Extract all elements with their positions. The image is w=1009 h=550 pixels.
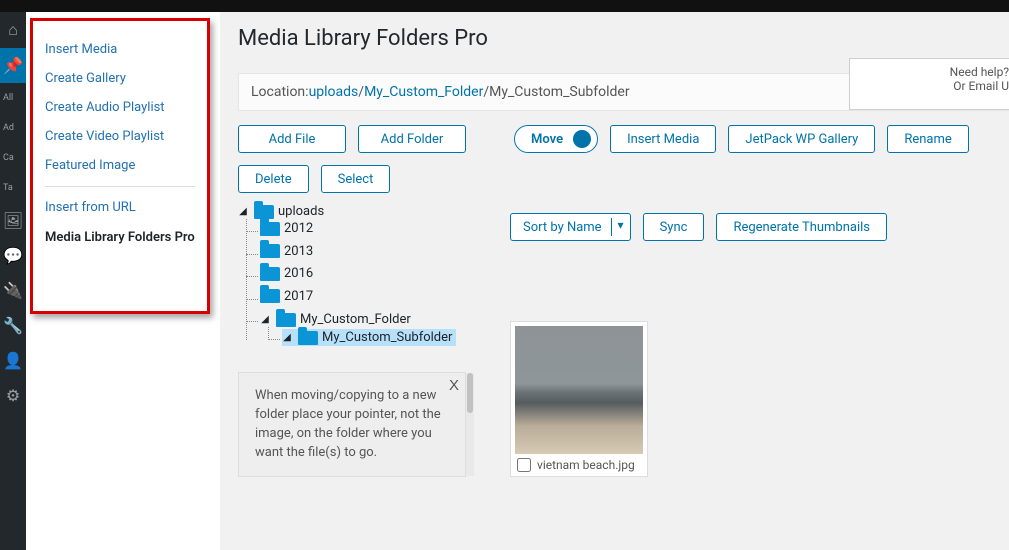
media-icon[interactable]: 🖼 bbox=[0, 203, 26, 238]
breadcrumb-custom-folder[interactable]: My_Custom_Folder bbox=[364, 84, 483, 100]
select-button[interactable]: Select bbox=[321, 165, 391, 193]
side-active-mlfp[interactable]: Media Library Folders Pro bbox=[45, 222, 195, 254]
folder-icon bbox=[254, 205, 274, 219]
tree-node-2016[interactable]: 2016 bbox=[260, 266, 313, 281]
folder-tree: ◢uploads 2012 2013 2016 2017 ◢My_Custom_… bbox=[238, 201, 498, 352]
side-featured-image[interactable]: Featured Image bbox=[45, 151, 195, 180]
folder-icon bbox=[260, 244, 280, 258]
breadcrumb-uploads[interactable]: uploads bbox=[309, 84, 359, 100]
tree-node-uploads[interactable]: ◢uploads bbox=[238, 204, 324, 219]
folder-icon bbox=[260, 267, 280, 281]
folder-icon bbox=[260, 222, 280, 236]
rail-item-ca[interactable]: Ca bbox=[0, 143, 26, 173]
media-thumbnail[interactable]: vietnam beach.jpg bbox=[510, 321, 648, 477]
delete-button[interactable]: Delete bbox=[238, 165, 309, 193]
pin-icon[interactable]: 📌 bbox=[0, 48, 26, 83]
rail-item-all[interactable]: All bbox=[0, 83, 26, 113]
sync-button[interactable]: Sync bbox=[643, 213, 705, 241]
jetpack-gallery-button[interactable]: JetPack WP Gallery bbox=[728, 125, 875, 153]
rename-button[interactable]: Rename bbox=[887, 125, 968, 153]
hint-box: X When moving/copying to a new folder pl… bbox=[238, 372, 466, 477]
move-toggle[interactable]: Move bbox=[514, 125, 598, 153]
add-folder-button[interactable]: Add Folder bbox=[358, 125, 466, 153]
admin-top-bar bbox=[0, 0, 1009, 12]
plugins-icon[interactable]: 🔌 bbox=[0, 273, 26, 308]
add-file-button[interactable]: Add File bbox=[238, 125, 346, 153]
hint-scrollbar[interactable] bbox=[466, 373, 474, 476]
page-title: Media Library Folders Pro bbox=[238, 26, 1009, 51]
folder-icon bbox=[298, 331, 318, 345]
rail-item-ta[interactable]: Ta bbox=[0, 173, 26, 203]
expander-icon[interactable]: ◢ bbox=[238, 206, 248, 217]
thumbnail-image bbox=[515, 326, 643, 454]
side-insert-from-url[interactable]: Insert from URL bbox=[45, 193, 195, 222]
media-side-panel: Insert Media Create Gallery Create Audio… bbox=[30, 18, 210, 314]
breadcrumb-current: My_Custom_Subfolder bbox=[489, 84, 629, 100]
comments-icon[interactable]: 💬 bbox=[0, 238, 26, 273]
location-label: Location: bbox=[251, 84, 309, 100]
folder-icon bbox=[260, 289, 280, 303]
insert-media-button[interactable]: Insert Media bbox=[610, 125, 716, 153]
tree-node-2012[interactable]: 2012 bbox=[260, 221, 313, 236]
help-line2: Or Email U bbox=[860, 79, 1009, 93]
tools-icon[interactable]: 🔧 bbox=[0, 308, 26, 343]
thumbnail-caption: vietnam beach.jpg bbox=[537, 458, 635, 472]
help-box: Need help? Or Email U bbox=[849, 58, 1009, 110]
help-line1: Need help? bbox=[860, 65, 1009, 79]
thumbnail-checkbox[interactable] bbox=[517, 458, 531, 472]
side-create-audio-playlist[interactable]: Create Audio Playlist bbox=[45, 93, 195, 122]
tree-node-2017[interactable]: 2017 bbox=[260, 289, 313, 304]
settings-icon[interactable]: ⚙ bbox=[0, 378, 26, 413]
tree-node-custom-subfolder[interactable]: ◢My_Custom_Subfolder bbox=[282, 329, 456, 346]
tree-node-custom-folder[interactable]: ◢My_Custom_Folder bbox=[260, 312, 411, 327]
dashboard-icon[interactable]: ⌂ bbox=[0, 12, 26, 48]
hint-close-button[interactable]: X bbox=[449, 375, 459, 397]
expander-icon[interactable]: ◢ bbox=[260, 314, 270, 325]
folder-icon bbox=[276, 313, 296, 327]
tree-node-2013[interactable]: 2013 bbox=[260, 244, 313, 259]
toolbar-row-1: Add File Add Folder Move Insert Media Je… bbox=[238, 125, 1009, 193]
side-create-video-playlist[interactable]: Create Video Playlist bbox=[45, 122, 195, 151]
admin-sidebar-rail: ⌂ 📌 All Ad Ca Ta 🖼 💬 🔌 🔧 👤 ⚙ bbox=[0, 12, 26, 550]
main-content: Media Library Folders Pro Need help? Or … bbox=[220, 12, 1009, 550]
expander-icon[interactable]: ◢ bbox=[282, 332, 292, 343]
users-icon[interactable]: 👤 bbox=[0, 343, 26, 378]
side-create-gallery[interactable]: Create Gallery bbox=[45, 64, 195, 93]
regenerate-thumbnails-button[interactable]: Regenerate Thumbnails bbox=[716, 213, 887, 241]
hint-text: When moving/copying to a new folder plac… bbox=[255, 388, 441, 460]
side-insert-media[interactable]: Insert Media bbox=[45, 35, 195, 64]
rail-item-ad[interactable]: Ad bbox=[0, 113, 26, 143]
toggle-knob-icon bbox=[573, 130, 591, 148]
toolbar-row-2: Sort by Name Sync Regenerate Thumbnails bbox=[510, 213, 887, 241]
sort-select[interactable]: Sort by Name bbox=[510, 213, 631, 241]
